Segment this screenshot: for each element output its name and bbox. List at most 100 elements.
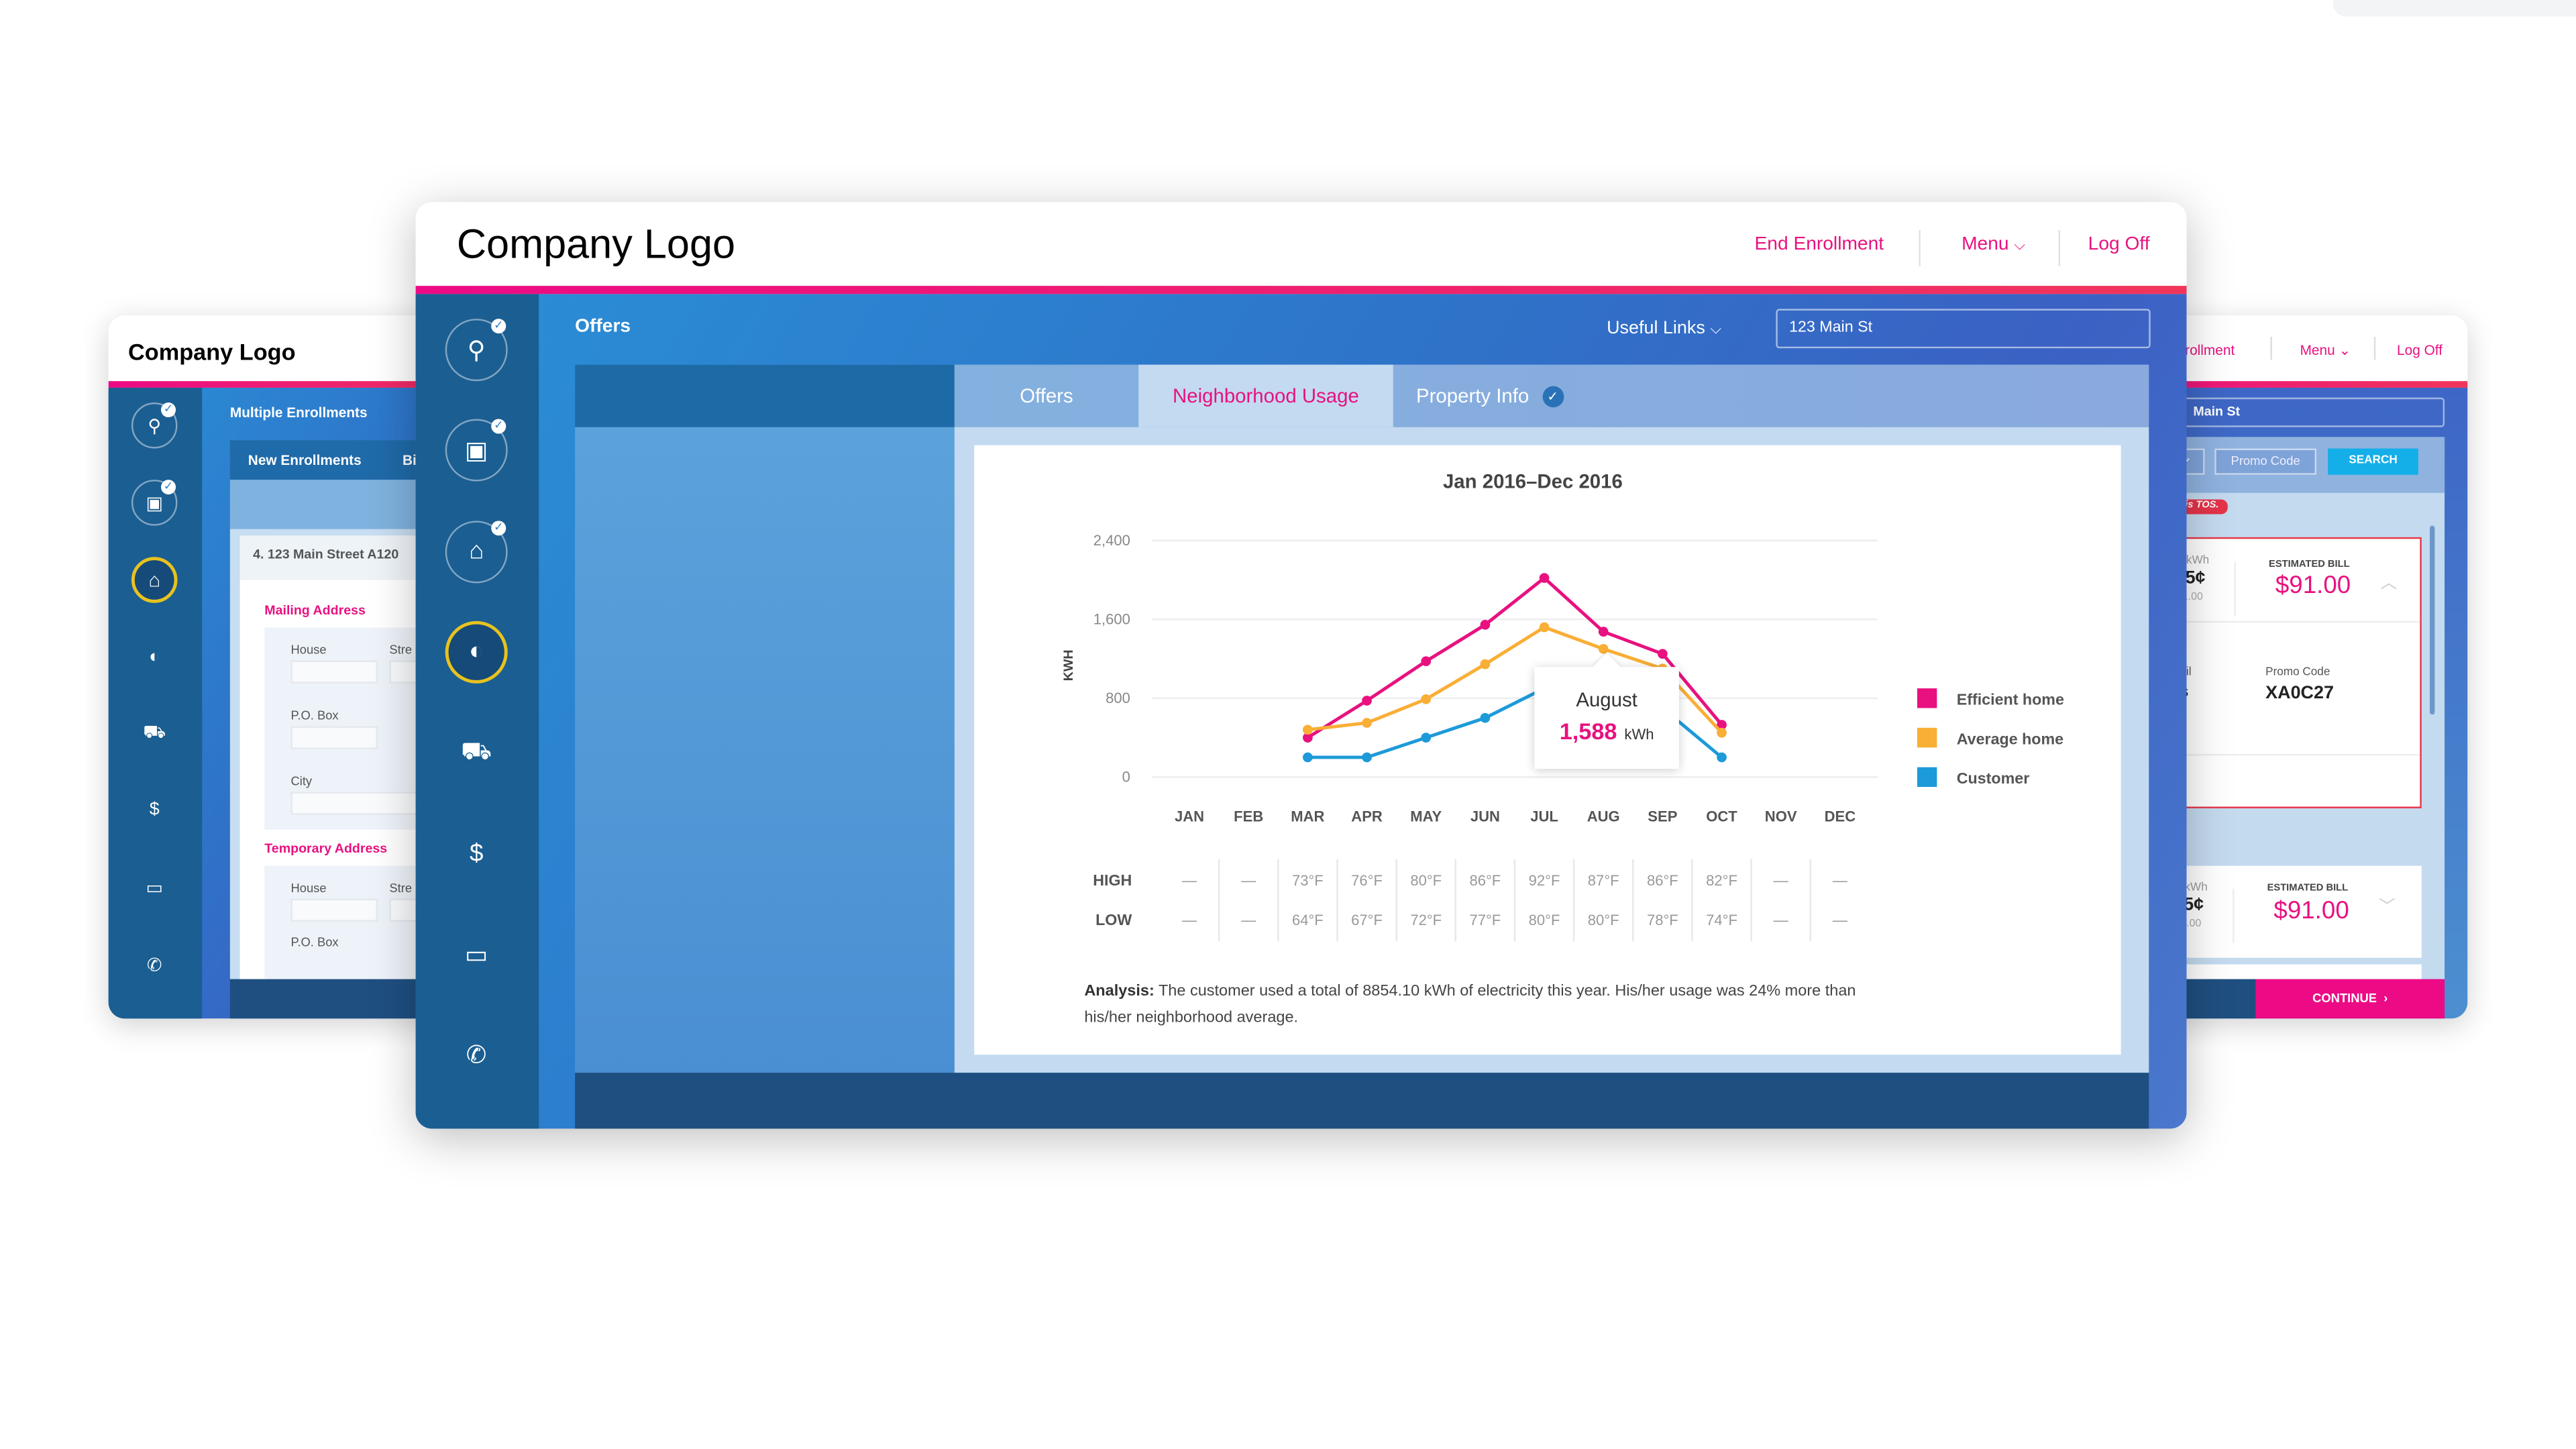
continue-label: CONTINUE	[2312, 990, 2377, 1006]
card-icon[interactable]: ▭	[445, 923, 508, 985]
card-icon[interactable]: ▭	[131, 864, 178, 910]
weather-high-label: HIGH	[1093, 871, 1132, 889]
tab-new-enrollments[interactable]: New Enrollments	[248, 451, 362, 468]
weather-high-value: —	[1833, 872, 1848, 889]
street-label: Stre	[389, 642, 413, 657]
check-badge-icon: ✓	[491, 419, 506, 435]
x-tick-label: MAY	[1410, 808, 1442, 824]
address-value: Main St	[2193, 404, 2241, 419]
weather-low-value: 80°F	[1588, 912, 1619, 928]
data-point	[1539, 622, 1550, 633]
po-box-input[interactable]	[290, 726, 378, 749]
tab-offers[interactable]: Offers	[955, 365, 1138, 427]
log-off-link[interactable]: Log Off	[2088, 235, 2150, 254]
chevron-right-icon: ›	[2383, 990, 2388, 1006]
phone-icon[interactable]: ✆	[131, 941, 178, 987]
promo-code-label: Promo Code	[2265, 667, 2330, 679]
chevron-up-icon[interactable]: ︿	[2381, 568, 2397, 593]
log-off-link[interactable]: Log Off	[2397, 341, 2443, 358]
phone-icon[interactable]: ✆	[445, 1024, 508, 1086]
data-point	[1717, 727, 1727, 738]
check-badge-icon: ✓	[491, 319, 506, 334]
street-label: Stre	[389, 880, 413, 896]
analysis-label: Analysis:	[1084, 982, 1155, 1001]
x-tick-label: OCT	[1706, 808, 1737, 824]
address-input[interactable]: Main St	[2168, 397, 2445, 427]
city-label: City	[290, 773, 313, 789]
home-icon[interactable]: ⌂	[131, 557, 178, 603]
offer-card-expanded[interactable]: 00 kWh 7.5¢ $91.00 ESTIMATED BILL $91.00…	[2168, 537, 2422, 808]
data-point	[1480, 659, 1491, 669]
menu-button[interactable]: Menu ⌵	[1962, 235, 2025, 254]
billing-icon[interactable]: $	[445, 822, 508, 885]
weather-low-value: 78°F	[1647, 912, 1678, 928]
end-enrollment-link[interactable]: End Enrollment	[1755, 235, 1884, 254]
house-label: House	[290, 642, 327, 657]
legend-swatch	[1917, 727, 1937, 748]
end-enrollment-link[interactable]: rollment	[2185, 341, 2235, 358]
footer-bar	[575, 1073, 2149, 1129]
cart-icon[interactable]: ⛟	[131, 711, 178, 757]
y-axis-label: KWH	[1061, 649, 1076, 681]
weather-low-label: LOW	[1095, 911, 1132, 928]
weather-high-value: 82°F	[1706, 872, 1737, 889]
sidebar: ⚲ ✓ ▣ ✓ ⌂ ◐ ⛟ $ ▭ ✆	[108, 387, 203, 1019]
weather-low-value: 74°F	[1706, 912, 1737, 928]
data-point	[1480, 620, 1491, 630]
weather-low-value: 67°F	[1351, 912, 1383, 928]
chart-card: Jan 2016–Dec 2016 KWH 0 800 1,600 2,400 JAN FEB…	[974, 445, 2121, 1055]
weather-high-value: —	[1182, 872, 1197, 889]
temporary-address-heading: Temporary Address	[264, 841, 388, 856]
accent-bar	[415, 286, 2187, 294]
address-input[interactable]: 123 Main St	[1776, 309, 2151, 349]
useful-links-dropdown[interactable]: Useful Links ⌵	[1607, 319, 1721, 338]
house-input[interactable]	[290, 660, 378, 684]
menu-label: Menu	[1962, 235, 2009, 255]
billing-icon[interactable]: $	[131, 787, 178, 833]
data-point	[1421, 694, 1432, 704]
weather-low-value: —	[1241, 912, 1256, 928]
house-input[interactable]	[290, 898, 378, 922]
plug-icon[interactable]: ◐	[131, 634, 178, 680]
search-button[interactable]: SEARCH	[2328, 448, 2418, 475]
customer-id-icon[interactable]: ▣ ✓	[131, 480, 178, 526]
estimated-bill-value: $91.00	[2273, 897, 2349, 925]
tab-bi[interactable]: Bi	[402, 451, 417, 468]
plug-icon[interactable]: ◐	[445, 621, 508, 684]
legend-label: Efficient home	[1957, 691, 2064, 708]
scrollbar[interactable]	[2430, 525, 2435, 715]
continue-button[interactable]: CONTINUE ›	[2255, 979, 2445, 1019]
x-tick-label: DEC	[1825, 808, 1856, 824]
customer-search-icon[interactable]: ⚲ ✓	[131, 402, 178, 449]
home-icon[interactable]: ⌂ ✓	[445, 520, 508, 583]
weather-high-value: 92°F	[1529, 872, 1560, 889]
content-panel: Offers Neighborhood Usage Property Info ✓…	[575, 364, 2149, 1073]
chevron-down-icon[interactable]: ﹀	[2379, 892, 2395, 917]
chevron-down-icon: ⌵	[2014, 236, 2026, 254]
weather-high-value: 86°F	[1647, 872, 1678, 889]
tab-label: Property Info	[1416, 384, 1529, 408]
weather-high-value: —	[1774, 872, 1789, 889]
data-point	[1362, 718, 1372, 728]
customer-id-icon[interactable]: ▣ ✓	[445, 419, 508, 482]
po-box-label: P.O. Box	[290, 934, 339, 950]
tab-property-info[interactable]: Property Info ✓	[1393, 365, 1591, 427]
weather-low-value: —	[1833, 912, 1848, 928]
promo-code-input[interactable]: Promo Code	[2214, 448, 2317, 475]
weather-low-value: 64°F	[1292, 912, 1324, 928]
weather-high-value: 86°F	[1469, 872, 1501, 889]
weather-low-value: —	[1182, 912, 1197, 928]
estimated-bill-value: $91.00	[2275, 572, 2351, 600]
tab-neighborhood-usage[interactable]: Neighborhood Usage	[1138, 364, 1393, 427]
offer-card-collapsed[interactable]: 00 kWh 7.5¢ $91.00 ESTIMATED BILL $91.00…	[2168, 865, 2422, 958]
menu-button[interactable]: Menu ⌄	[2300, 341, 2351, 360]
x-tick-label: SEP	[1648, 808, 1677, 824]
background-shape	[2332, 0, 2576, 17]
cart-icon[interactable]: ⛟	[445, 722, 508, 784]
data-point	[1303, 724, 1313, 735]
chevron-down-icon: ⌄	[2339, 341, 2351, 358]
tooltip-unit: kWh	[1624, 726, 1654, 743]
chart-title: Jan 2016–Dec 2016	[1443, 470, 1623, 492]
data-point	[1303, 752, 1313, 763]
customer-search-icon[interactable]: ⚲ ✓	[445, 319, 508, 382]
